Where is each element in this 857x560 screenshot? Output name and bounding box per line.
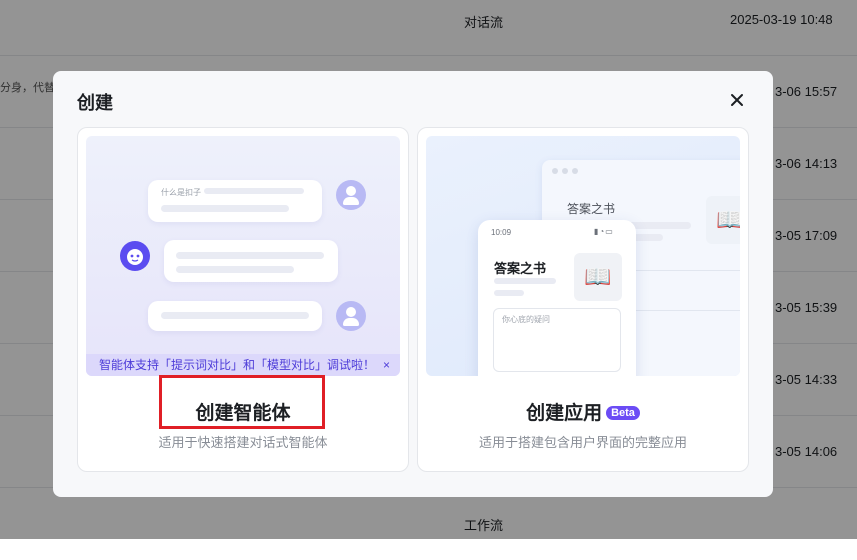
phone-time: 10:09 bbox=[491, 228, 512, 237]
dialog-title: 创建 bbox=[77, 93, 113, 113]
chat-bubble bbox=[164, 240, 338, 282]
card-title: 创建应用 bbox=[526, 403, 603, 424]
debug-tip-banner: 智能体支持「提示词对比」和「模型对比」调试啦！ × bbox=[86, 354, 400, 376]
card-subtitle: 适用于快速搭建对话式智能体 bbox=[158, 435, 328, 450]
user-avatar-icon bbox=[336, 180, 366, 210]
chat-bubble: 什么是扣子 bbox=[148, 180, 322, 222]
bubble-text: 什么是扣子 bbox=[161, 188, 201, 197]
book-icon: 📖 bbox=[574, 253, 622, 301]
card-title-row: 创建应用 Beta bbox=[418, 398, 748, 425]
status-icons: ▮◔▭ bbox=[594, 227, 614, 236]
card-subtitle: 适用于搭建包含用户界面的完整应用 bbox=[478, 435, 687, 450]
highlight-box bbox=[159, 375, 325, 429]
app-illustration: 答案之书 📖 10:09 ▮◔▭ 答案之书 📖 你心底的疑问 bbox=[426, 136, 740, 376]
input-placeholder: 你心底的疑问 bbox=[502, 315, 550, 324]
question-input-mock: 你心底的疑问 bbox=[493, 308, 621, 372]
agent-illustration: 什么是扣子 智能体支持「提示词对比」和「模型对比」调试啦！ × bbox=[86, 136, 400, 376]
book-icon: 📖 bbox=[706, 196, 740, 244]
phone-title: 答案之书 bbox=[494, 261, 547, 276]
tip-text: 智能体支持「提示词对比」和「模型对比」调试啦！ bbox=[99, 358, 376, 372]
create-dialog: 创建 什么是扣子 智能体支持「提示词对比」和「模型对比」调试啦！ × 创建智能体… bbox=[53, 71, 773, 497]
user-avatar-icon bbox=[336, 301, 366, 331]
create-agent-card[interactable]: 什么是扣子 智能体支持「提示词对比」和「模型对比」调试啦！ × 创建智能体 适用 bbox=[77, 127, 409, 472]
close-icon[interactable] bbox=[725, 88, 749, 112]
chat-bubble bbox=[148, 301, 322, 331]
window-title: 答案之书 bbox=[567, 202, 616, 216]
bot-avatar-icon bbox=[120, 241, 150, 271]
phone-mockup: 10:09 ▮◔▭ 答案之书 📖 你心底的疑问 bbox=[478, 220, 636, 376]
tip-close-icon[interactable]: × bbox=[383, 354, 390, 376]
beta-badge: Beta bbox=[606, 406, 640, 420]
create-app-card[interactable]: 答案之书 📖 10:09 ▮◔▭ 答案之书 📖 你心底的疑问 创建应用Beta bbox=[417, 127, 749, 472]
